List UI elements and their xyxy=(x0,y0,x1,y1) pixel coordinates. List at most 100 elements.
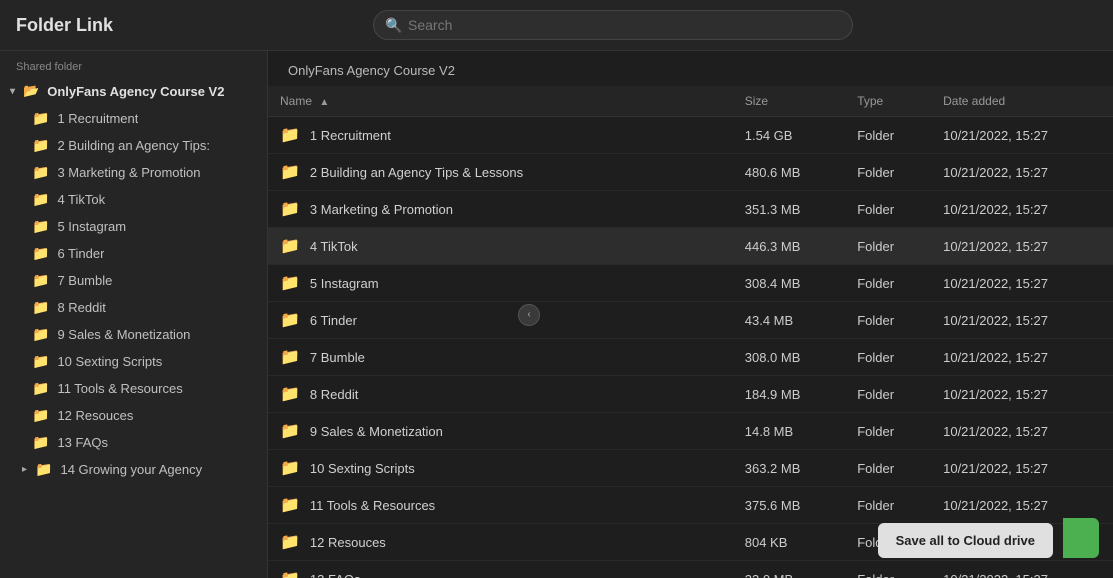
folder-icon: 📁 xyxy=(35,461,52,478)
sidebar: Shared folder ▾ 📂 OnlyFans Agency Course… xyxy=(0,51,268,578)
sidebar-item-label: 5 Instagram xyxy=(57,219,126,234)
table-row[interactable]: 📁 7 Bumble 308.0 MB Folder 10/21/2022, 1… xyxy=(268,339,1113,376)
file-name-cell: 📁 11 Tools & Resources xyxy=(268,487,733,524)
sidebar-item-label: 14 Growing your Agency xyxy=(60,462,202,477)
file-name: 13 FAQs xyxy=(310,572,361,578)
file-type: Folder xyxy=(845,413,931,450)
file-name-cell: 📁 4 TikTok xyxy=(268,228,733,265)
folder-icon: 📁 xyxy=(280,162,300,182)
sidebar-root-item[interactable]: ▾ 📂 OnlyFans Agency Course V2 xyxy=(0,77,267,105)
file-name: 2 Building an Agency Tips & Lessons xyxy=(310,165,523,180)
folder-icon: 📁 xyxy=(280,532,300,552)
sidebar-item-13[interactable]: 📁 13 FAQs xyxy=(0,429,267,456)
file-size: 446.3 MB xyxy=(733,228,845,265)
file-size: 33.0 MB xyxy=(733,561,845,578)
sidebar-root-label: OnlyFans Agency Course V2 xyxy=(47,84,224,99)
folder-icon: 📁 xyxy=(32,380,49,397)
file-name: 3 Marketing & Promotion xyxy=(310,202,453,217)
folder-icon: 📁 xyxy=(32,191,49,208)
sidebar-item-10[interactable]: 📁 10 Sexting Scripts xyxy=(0,348,267,375)
file-type: Folder xyxy=(845,154,931,191)
sidebar-item-9[interactable]: 📁 9 Sales & Monetization xyxy=(0,321,267,348)
sidebar-item-label: 13 FAQs xyxy=(57,435,108,450)
sidebar-item-label: 4 TikTok xyxy=(57,192,105,207)
table-row[interactable]: 📁 1 Recruitment 1.54 GB Folder 10/21/202… xyxy=(268,117,1113,154)
sidebar-item-6[interactable]: 📁 6 Tinder xyxy=(0,240,267,267)
folder-icon: 📁 xyxy=(280,347,300,367)
table-row[interactable]: 📁 4 TikTok 446.3 MB Folder 10/21/2022, 1… xyxy=(268,228,1113,265)
file-type: Folder xyxy=(845,302,931,339)
file-date: 10/21/2022, 15:27 xyxy=(931,265,1113,302)
collapse-sidebar-button[interactable]: ‹ xyxy=(518,304,540,326)
file-table-body: 📁 1 Recruitment 1.54 GB Folder 10/21/202… xyxy=(268,117,1113,578)
col-name[interactable]: Name ▲ xyxy=(268,86,733,117)
shared-folder-label: Shared folder xyxy=(0,51,267,77)
sidebar-item-label: 3 Marketing & Promotion xyxy=(57,165,200,180)
sidebar-item-label: 8 Reddit xyxy=(57,300,105,315)
breadcrumb: OnlyFans Agency Course V2 xyxy=(268,51,1113,86)
file-size: 43.4 MB xyxy=(733,302,845,339)
sidebar-item-label: 10 Sexting Scripts xyxy=(57,354,162,369)
sidebar-item-14[interactable]: ▸ 📁 14 Growing your Agency xyxy=(0,456,267,483)
sidebar-items-list: 📁 1 Recruitment 📁 2 Building an Agency T… xyxy=(0,105,267,483)
folder-icon: 📁 xyxy=(280,458,300,478)
table-row[interactable]: 📁 5 Instagram 308.4 MB Folder 10/21/2022… xyxy=(268,265,1113,302)
table-row[interactable]: 📁 10 Sexting Scripts 363.2 MB Folder 10/… xyxy=(268,450,1113,487)
file-name-cell: 📁 3 Marketing & Promotion xyxy=(268,191,733,228)
col-size[interactable]: Size xyxy=(733,86,845,117)
file-size: 363.2 MB xyxy=(733,450,845,487)
cloud-drive-green-indicator xyxy=(1063,518,1099,558)
sidebar-item-1[interactable]: 📁 1 Recruitment xyxy=(0,105,267,132)
file-type: Folder xyxy=(845,117,931,154)
sidebar-item-label: 9 Sales & Monetization xyxy=(57,327,190,342)
sidebar-item-11[interactable]: 📁 11 Tools & Resources xyxy=(0,375,267,402)
folder-icon: 📁 xyxy=(280,421,300,441)
sidebar-item-7[interactable]: 📁 7 Bumble xyxy=(0,267,267,294)
file-date: 10/21/2022, 15:27 xyxy=(931,302,1113,339)
folder-icon: 📁 xyxy=(32,218,49,235)
table-row[interactable]: 📁 9 Sales & Monetization 14.8 MB Folder … xyxy=(268,413,1113,450)
folder-icon: 📁 xyxy=(280,125,300,145)
table-row[interactable]: 📁 2 Building an Agency Tips & Lessons 48… xyxy=(268,154,1113,191)
app-title: Folder Link xyxy=(16,15,113,36)
col-date[interactable]: Date added xyxy=(931,86,1113,117)
chevron-down-icon: ▾ xyxy=(10,86,15,97)
col-type[interactable]: Type xyxy=(845,86,931,117)
sidebar-item-4[interactable]: 📁 4 TikTok xyxy=(0,186,267,213)
file-type: Folder xyxy=(845,487,931,524)
sidebar-item-2[interactable]: 📁 2 Building an Agency Tips: xyxy=(0,132,267,159)
table-header: Name ▲ Size Type Date added xyxy=(268,86,1113,117)
sidebar-item-12[interactable]: 📁 12 Resouces xyxy=(0,402,267,429)
file-name-cell: 📁 7 Bumble xyxy=(268,339,733,376)
file-name: 1 Recruitment xyxy=(310,128,391,143)
folder-icon: 📁 xyxy=(32,245,49,262)
file-date: 10/21/2022, 15:27 xyxy=(931,561,1113,578)
table-row[interactable]: 📁 8 Reddit 184.9 MB Folder 10/21/2022, 1… xyxy=(268,376,1113,413)
folder-icon: 📁 xyxy=(280,199,300,219)
file-date: 10/21/2022, 15:27 xyxy=(931,117,1113,154)
sidebar-item-label: 2 Building an Agency Tips: xyxy=(57,138,210,153)
file-date: 10/21/2022, 15:27 xyxy=(931,339,1113,376)
folder-icon: 📁 xyxy=(32,110,49,127)
sidebar-item-8[interactable]: 📁 8 Reddit xyxy=(0,294,267,321)
table-row[interactable]: 📁 11 Tools & Resources 375.6 MB Folder 1… xyxy=(268,487,1113,524)
sidebar-item-label: 7 Bumble xyxy=(57,273,112,288)
content-area: ‹ OnlyFans Agency Course V2 Name ▲ Size … xyxy=(268,51,1113,578)
folder-icon: 📁 xyxy=(32,434,49,451)
file-type: Folder xyxy=(845,265,931,302)
search-input[interactable] xyxy=(373,10,853,40)
search-bar: 🔍 xyxy=(373,10,853,40)
sidebar-item-5[interactable]: 📁 5 Instagram xyxy=(0,213,267,240)
table-row[interactable]: 📁 6 Tinder 43.4 MB Folder 10/21/2022, 15… xyxy=(268,302,1113,339)
file-size: 184.9 MB xyxy=(733,376,845,413)
file-name-cell: 📁 10 Sexting Scripts xyxy=(268,450,733,487)
table-row[interactable]: 📁 3 Marketing & Promotion 351.3 MB Folde… xyxy=(268,191,1113,228)
file-size: 308.4 MB xyxy=(733,265,845,302)
file-name: 6 Tinder xyxy=(310,313,357,328)
chevron-right-icon: ▸ xyxy=(22,464,27,475)
table-row[interactable]: 📁 13 FAQs 33.0 MB Folder 10/21/2022, 15:… xyxy=(268,561,1113,578)
save-cloud-button[interactable]: Save all to Cloud drive xyxy=(878,523,1053,558)
folder-icon: 📁 xyxy=(32,353,49,370)
header: Folder Link 🔍 xyxy=(0,0,1113,51)
sidebar-item-3[interactable]: 📁 3 Marketing & Promotion xyxy=(0,159,267,186)
